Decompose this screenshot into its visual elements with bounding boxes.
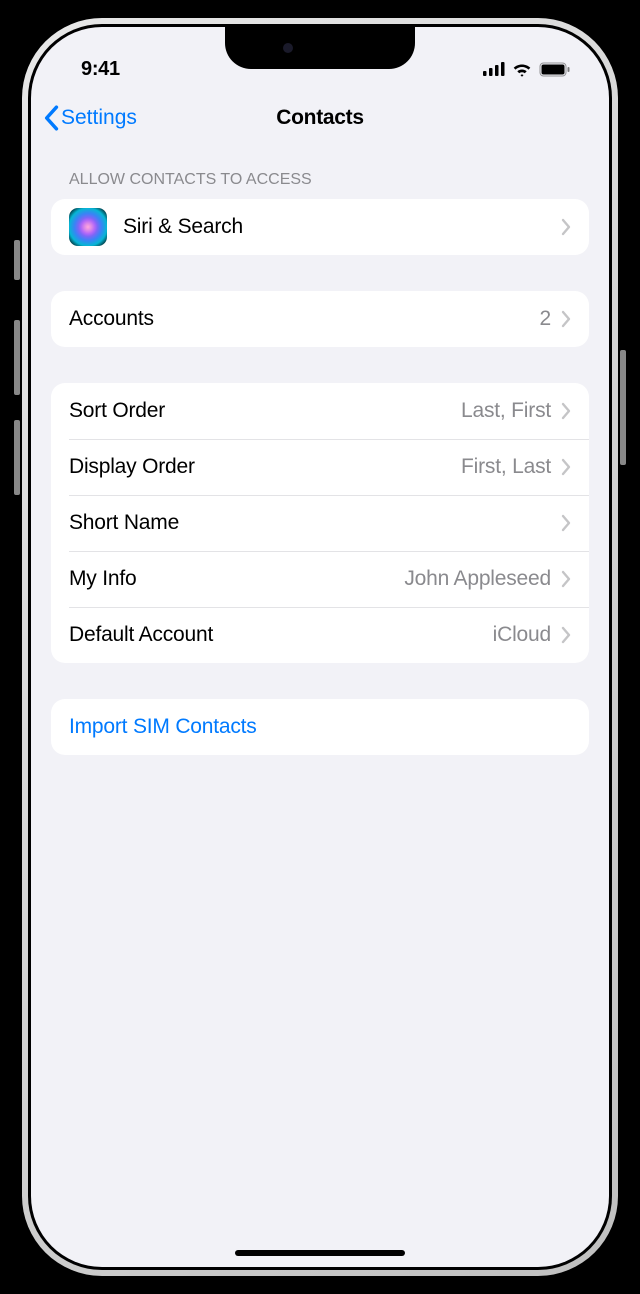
chevron-right-icon: [561, 626, 571, 644]
row-label: Sort Order: [69, 399, 461, 423]
row-value: John Appleseed: [404, 567, 551, 591]
row-sort-order[interactable]: Sort Order Last, First: [51, 383, 589, 439]
chevron-right-icon: [561, 218, 571, 236]
group-accounts: Accounts 2: [51, 291, 589, 347]
row-label: Short Name: [69, 511, 561, 535]
group-import: Import SIM Contacts: [51, 699, 589, 755]
section-header-access: ALLOW CONTACTS TO ACCESS: [51, 143, 589, 199]
chevron-right-icon: [561, 402, 571, 420]
row-value: First, Last: [461, 455, 551, 479]
row-label: Display Order: [69, 455, 461, 479]
row-label: Import SIM Contacts: [69, 715, 571, 739]
group-access: Siri & Search: [51, 199, 589, 255]
siri-icon: [69, 208, 107, 246]
chevron-right-icon: [561, 570, 571, 588]
back-label: Settings: [61, 106, 137, 130]
battery-icon: [539, 62, 571, 77]
chevron-right-icon: [561, 514, 571, 532]
back-button[interactable]: Settings: [43, 105, 137, 131]
row-label: Default Account: [69, 623, 493, 647]
screen: 9:41 Settings Contacts ALLOW CONTACTS TO…: [31, 27, 609, 1267]
row-siri-search[interactable]: Siri & Search: [51, 199, 589, 255]
device-notch: [225, 27, 415, 69]
row-default-account[interactable]: Default Account iCloud: [51, 607, 589, 663]
row-label: Accounts: [69, 307, 540, 331]
status-time: 9:41: [81, 58, 120, 81]
row-label: My Info: [69, 567, 404, 591]
row-short-name[interactable]: Short Name: [51, 495, 589, 551]
page-title: Contacts: [276, 106, 363, 130]
row-value: 2: [540, 307, 551, 331]
row-my-info[interactable]: My Info John Appleseed: [51, 551, 589, 607]
row-label: Siri & Search: [123, 215, 561, 239]
chevron-left-icon: [43, 105, 59, 131]
navigation-bar: Settings Contacts: [31, 87, 609, 143]
wifi-icon: [512, 62, 532, 77]
cellular-icon: [483, 62, 505, 76]
group-settings: Sort Order Last, First Display Order Fir…: [51, 383, 589, 663]
row-import-sim[interactable]: Import SIM Contacts: [51, 699, 589, 755]
phone-frame: 9:41 Settings Contacts ALLOW CONTACTS TO…: [22, 18, 618, 1276]
chevron-right-icon: [561, 310, 571, 328]
row-value: iCloud: [493, 623, 551, 647]
chevron-right-icon: [561, 458, 571, 476]
row-accounts[interactable]: Accounts 2: [51, 291, 589, 347]
row-display-order[interactable]: Display Order First, Last: [51, 439, 589, 495]
home-indicator[interactable]: [235, 1250, 405, 1256]
row-value: Last, First: [461, 399, 551, 423]
